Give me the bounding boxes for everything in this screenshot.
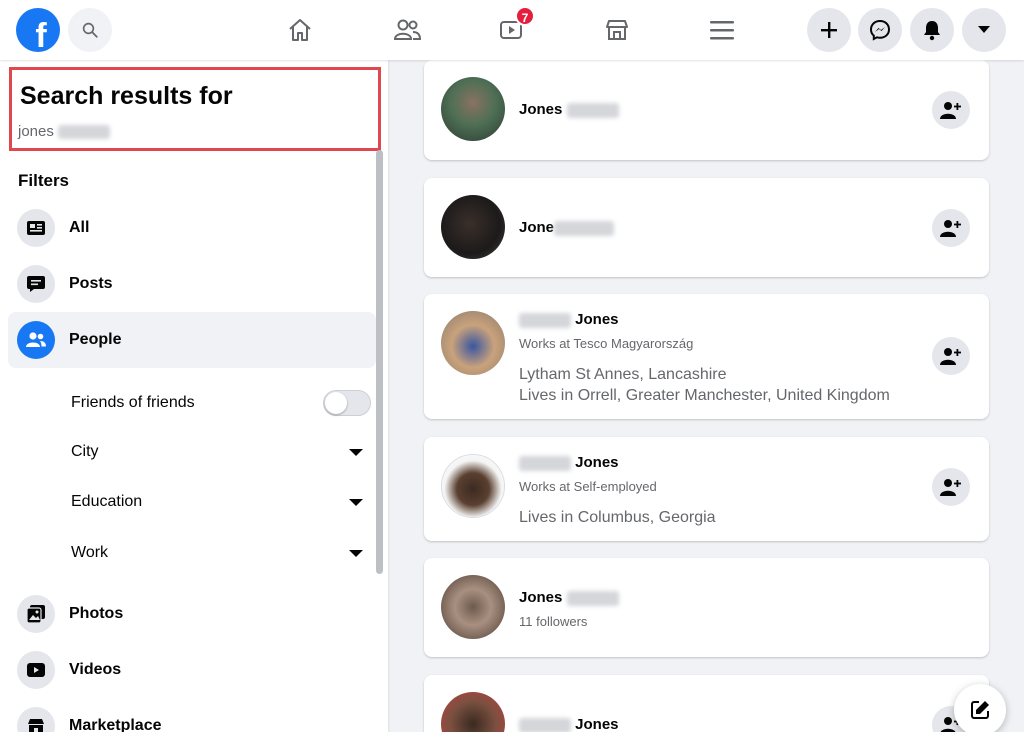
add-friend-icon	[940, 102, 961, 119]
filter-sub-label: Friends of friends	[71, 394, 195, 411]
result-followers: 11 followers	[519, 614, 588, 629]
add-friend-icon	[940, 220, 961, 237]
filter-photos[interactable]: Photos	[8, 586, 376, 642]
search-filters-sidebar: Search results for jones Filters All Pos…	[0, 60, 388, 732]
filter-label: All	[69, 219, 90, 236]
search-term: jones	[18, 123, 111, 140]
add-friend-button[interactable]	[932, 91, 970, 129]
avatar[interactable]	[441, 311, 505, 375]
filter-marketplace[interactable]: Marketplace	[8, 698, 376, 732]
dropdown-caret-icon	[349, 498, 363, 506]
result-card[interactable]: Jones	[424, 675, 989, 732]
watch-notification-badge: 7	[515, 6, 535, 26]
redacted-text	[519, 455, 571, 471]
filter-sub-label: Education	[71, 493, 143, 510]
videos-icon	[17, 651, 55, 689]
avatar[interactable]	[441, 195, 505, 259]
filter-label: Marketplace	[69, 717, 162, 732]
notifications-button[interactable]	[910, 8, 954, 52]
new-message-button[interactable]	[954, 684, 1006, 732]
marketplace-icon	[17, 707, 55, 732]
feed-icon	[17, 209, 55, 247]
facebook-logo[interactable]: f	[16, 8, 60, 52]
filter-sub-label: City	[71, 443, 99, 460]
posts-icon	[17, 265, 55, 303]
top-navigation-bar: f 7	[0, 0, 1024, 60]
marketplace-tab[interactable]	[597, 10, 637, 50]
result-name[interactable]: Jones	[519, 716, 619, 732]
search-icon	[82, 22, 98, 38]
redacted-text	[554, 220, 615, 236]
create-button[interactable]	[807, 8, 851, 52]
result-lives-in: Lives in Orrell, Greater Manchester, Uni…	[519, 387, 890, 404]
redacted-text	[519, 717, 571, 732]
add-friend-icon	[940, 348, 961, 365]
plus-icon	[821, 22, 837, 38]
filter-label: People	[69, 331, 122, 348]
result-location: Lytham St Annes, Lancashire	[519, 366, 727, 383]
filter-work[interactable]: Work	[71, 533, 371, 573]
result-name[interactable]: Jones	[519, 589, 619, 606]
home-tab[interactable]	[280, 10, 320, 50]
filter-all[interactable]: All	[8, 200, 376, 256]
friends-of-friends-toggle[interactable]	[323, 390, 371, 416]
dropdown-caret-icon	[349, 549, 363, 557]
filter-sub-label: Work	[71, 544, 109, 561]
photos-icon	[17, 595, 55, 633]
filter-label: Videos	[69, 661, 122, 678]
filter-label: Posts	[69, 275, 113, 292]
result-name[interactable]: Jones	[519, 311, 619, 328]
avatar[interactable]	[441, 575, 505, 639]
filter-people[interactable]: People	[8, 312, 376, 368]
sidebar-scrollbar[interactable]	[376, 150, 383, 574]
friends-tab[interactable]	[387, 10, 427, 50]
home-icon	[289, 19, 311, 41]
marketplace-icon	[606, 20, 628, 40]
bell-icon	[924, 21, 940, 41]
filter-friends-of-friends[interactable]: Friends of friends	[71, 383, 371, 423]
add-friend-button[interactable]	[932, 337, 970, 375]
result-card[interactable]: Jones	[424, 60, 989, 160]
result-lives-in: Lives in Columbus, Georgia	[519, 509, 716, 526]
people-icon	[17, 321, 55, 359]
avatar[interactable]	[441, 77, 505, 141]
messenger-icon	[869, 19, 891, 41]
menu-tab[interactable]	[702, 10, 742, 50]
filter-education[interactable]: Education	[71, 482, 371, 522]
result-card[interactable]: Jones Works at Tesco Magyarország Lytham…	[424, 294, 989, 419]
filter-videos[interactable]: Videos	[8, 642, 376, 698]
result-name[interactable]: Jones	[519, 101, 619, 118]
dropdown-caret-icon	[349, 448, 363, 456]
avatar[interactable]	[441, 454, 505, 518]
redacted-text	[58, 125, 111, 140]
watch-tab[interactable]: 7	[491, 6, 535, 50]
result-work: Works at Self-employed	[519, 479, 657, 494]
hamburger-icon	[710, 21, 734, 40]
page-title: Search results for	[20, 82, 233, 110]
filter-city[interactable]: City	[71, 432, 371, 472]
redacted-text	[566, 590, 619, 606]
compose-icon	[971, 701, 989, 719]
result-card[interactable]: Jones 11 followers	[424, 558, 989, 657]
add-friend-button[interactable]	[932, 468, 970, 506]
search-button[interactable]	[68, 8, 112, 52]
friends-icon	[393, 19, 422, 40]
messenger-button[interactable]	[858, 8, 902, 52]
avatar[interactable]	[441, 692, 505, 732]
result-card[interactable]: Jones Works at Self-employed Lives in Co…	[424, 437, 989, 541]
result-name[interactable]: Jone	[519, 219, 615, 236]
caret-down-icon	[978, 26, 990, 33]
account-menu-button[interactable]	[962, 8, 1006, 52]
add-friend-button[interactable]	[932, 209, 970, 247]
result-work: Works at Tesco Magyarország	[519, 336, 694, 351]
redacted-text	[519, 312, 571, 328]
redacted-text	[566, 102, 619, 118]
add-friend-icon	[940, 479, 961, 496]
filter-label: Photos	[69, 605, 124, 622]
result-card[interactable]: Jone	[424, 178, 989, 277]
filters-heading: Filters	[18, 171, 70, 190]
result-name[interactable]: Jones	[519, 454, 619, 471]
search-results-header: Search results for jones	[9, 67, 381, 151]
filter-posts[interactable]: Posts	[8, 256, 376, 312]
